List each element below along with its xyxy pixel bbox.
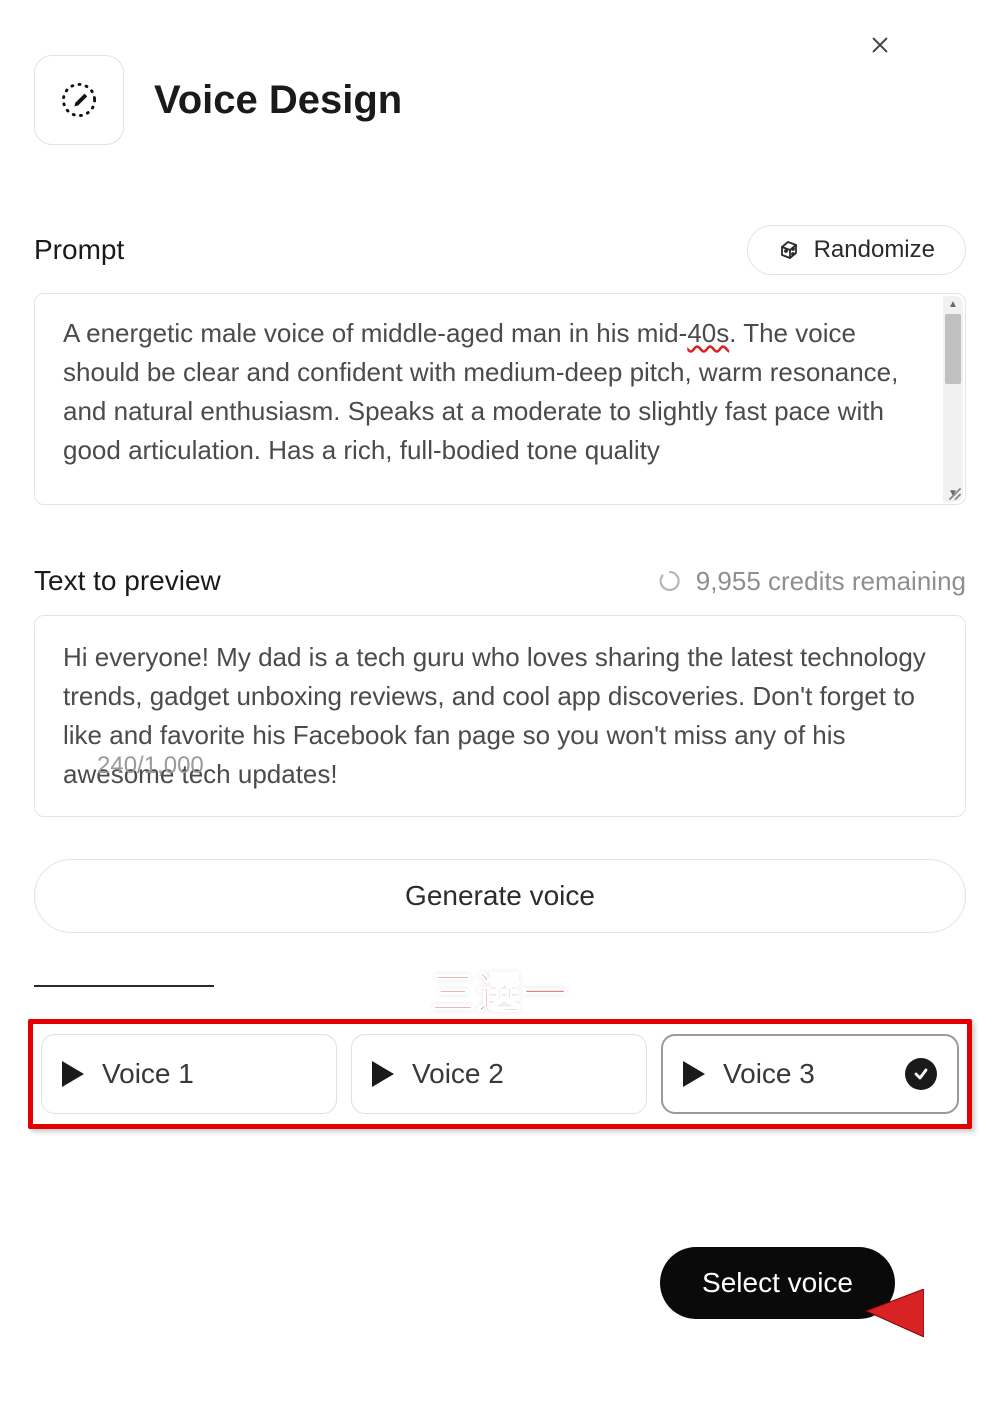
dice-icon <box>778 238 802 262</box>
randomize-button[interactable]: Randomize <box>747 225 966 275</box>
active-tab-underline <box>34 985 214 987</box>
prompt-text-part: 40s <box>687 318 729 348</box>
voice-design-icon <box>34 55 124 145</box>
scroll-thumb[interactable] <box>945 314 961 384</box>
tab-row: 三選一 <box>0 957 1000 1013</box>
voice-label: Voice 1 <box>102 1058 194 1090</box>
prompt-textarea[interactable]: A energetic male voice of middle-aged ma… <box>35 294 965 504</box>
prompt-header: Prompt Randomize <box>34 225 966 275</box>
preview-label: Text to preview <box>34 565 221 597</box>
voice-card-2[interactable]: Voice 2 <box>351 1034 647 1114</box>
select-voice-button[interactable]: Select voice <box>660 1247 895 1319</box>
play-icon <box>372 1061 394 1087</box>
voice-label: Voice 3 <box>723 1058 815 1090</box>
generate-voice-button[interactable]: Generate voice <box>34 859 966 933</box>
voice-card-1[interactable]: Voice 1 <box>41 1034 337 1114</box>
preview-header: Text to preview 9,955 credits remaining <box>34 565 966 597</box>
prompt-label: Prompt <box>34 234 124 266</box>
voices-highlight-box: Voice 1 Voice 2 Voice 3 <box>28 1019 972 1129</box>
page-title: Voice Design <box>154 78 402 123</box>
play-icon <box>62 1061 84 1087</box>
scroll-up-arrow[interactable]: ▲ <box>948 299 958 310</box>
scrollbar[interactable]: ▲ ▼ <box>943 296 963 502</box>
voice-label: Voice 2 <box>412 1058 504 1090</box>
resize-handle-icon[interactable] <box>948 487 962 501</box>
spinner-icon <box>658 569 682 593</box>
preview-textarea-container: Hi everyone! My dad is a tech guru who l… <box>34 615 966 817</box>
char-count: 240/1,000 <box>97 752 204 780</box>
close-icon <box>869 34 891 56</box>
credits-text: 9,955 credits remaining <box>696 566 966 597</box>
header: Voice Design <box>0 0 1000 145</box>
voice-card-3[interactable]: Voice 3 <box>661 1034 959 1114</box>
randomize-label: Randomize <box>814 236 935 264</box>
play-icon <box>683 1061 705 1087</box>
annotation-text: 三選一 <box>431 957 569 1021</box>
prompt-textarea-container: A energetic male voice of middle-aged ma… <box>34 293 966 505</box>
close-button[interactable] <box>865 30 895 60</box>
prompt-text-part: A energetic male voice of middle-aged ma… <box>63 318 687 348</box>
selected-check-icon <box>905 1058 937 1090</box>
credits-remaining: 9,955 credits remaining <box>658 566 966 597</box>
